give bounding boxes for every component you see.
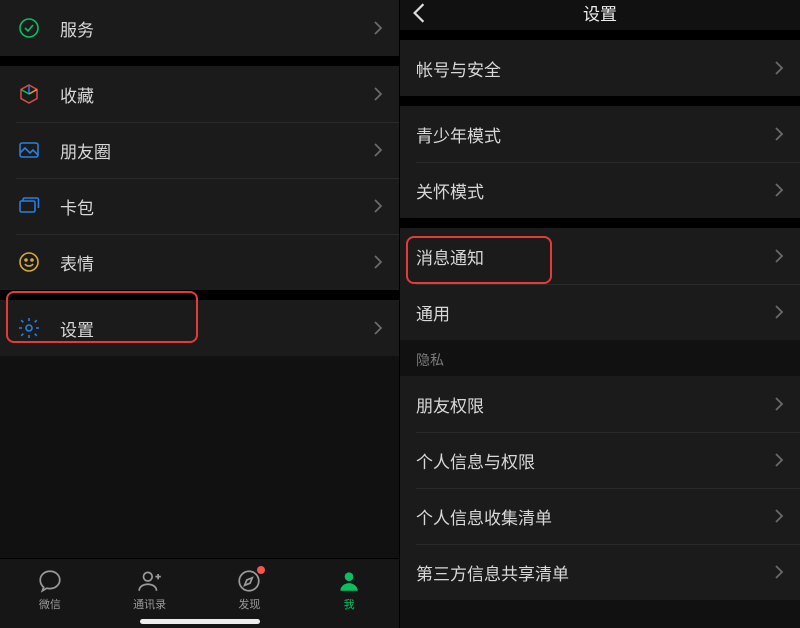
setting-friend-permissions[interactable]: 朋友权限 [400, 376, 800, 432]
tab-me[interactable]: 我 [319, 568, 379, 612]
setting-label: 青少年模式 [416, 122, 774, 147]
setting-thirdparty-share-list[interactable]: 第三方信息共享清单 [400, 544, 800, 600]
menu-label: 服务 [60, 16, 373, 41]
setting-label: 个人信息与权限 [416, 448, 774, 473]
menu-label: 朋友圈 [60, 138, 373, 163]
setting-teen-mode[interactable]: 青少年模式 [400, 106, 800, 162]
tab-chats[interactable]: 微信 [20, 568, 80, 612]
setting-label: 第三方信息共享清单 [416, 560, 774, 585]
chevron-right-icon [373, 142, 383, 158]
tab-label: 通讯录 [133, 596, 166, 612]
chevron-right-icon [373, 20, 383, 36]
setting-account-security[interactable]: 帐号与安全 [400, 40, 800, 96]
me-screen: 服务 收藏 朋友圈 [0, 0, 400, 628]
back-button[interactable] [412, 2, 426, 24]
chevron-right-icon [774, 452, 784, 468]
chevron-right-icon [774, 248, 784, 264]
chevron-right-icon [373, 254, 383, 270]
tab-label: 我 [344, 596, 355, 612]
menu-cards[interactable]: 卡包 [0, 178, 399, 234]
setting-personal-info-permissions[interactable]: 个人信息与权限 [400, 432, 800, 488]
smile-icon [16, 249, 42, 275]
menu-label: 表情 [60, 250, 373, 275]
menu-moments[interactable]: 朋友圈 [0, 122, 399, 178]
me-menu-list: 服务 收藏 朋友圈 [0, 0, 399, 558]
setting-notifications[interactable]: 消息通知 [400, 228, 800, 284]
setting-info-collection-list[interactable]: 个人信息收集清单 [400, 488, 800, 544]
setting-label: 个人信息收集清单 [416, 504, 774, 529]
setting-general[interactable]: 通用 [400, 284, 800, 340]
tab-label: 发现 [238, 596, 260, 612]
chevron-right-icon [774, 126, 784, 142]
menu-label: 卡包 [60, 194, 373, 219]
cube-icon [16, 81, 42, 107]
setting-label: 帐号与安全 [416, 56, 774, 81]
tab-label: 微信 [39, 596, 61, 612]
gear-icon [16, 315, 42, 341]
image-icon [16, 137, 42, 163]
settings-header: 设置 [400, 0, 800, 30]
setting-label: 朋友权限 [416, 392, 774, 417]
settings-list: 帐号与安全 青少年模式 关怀模式 消息通知 通用 隐私 朋友权限 个人信息与权限 [400, 30, 800, 628]
menu-label: 收藏 [60, 82, 373, 107]
setting-label: 消息通知 [416, 244, 774, 269]
tab-discover[interactable]: 发现 [219, 568, 279, 612]
cards-icon [16, 193, 42, 219]
section-title-privacy: 隐私 [400, 340, 800, 376]
menu-emoji[interactable]: 表情 [0, 234, 399, 290]
setting-label: 通用 [416, 300, 774, 325]
chevron-right-icon [373, 198, 383, 214]
setting-care-mode[interactable]: 关怀模式 [400, 162, 800, 218]
home-indicator [140, 619, 260, 624]
menu-label: 设置 [60, 316, 373, 341]
setting-label: 关怀模式 [416, 178, 774, 203]
chevron-right-icon [774, 60, 784, 76]
bottom-tabbar: 微信 通讯录 发现 我 [0, 558, 399, 628]
badge-dot [257, 566, 265, 574]
menu-favorites[interactable]: 收藏 [0, 66, 399, 122]
chevron-right-icon [774, 182, 784, 198]
page-title: 设置 [583, 0, 617, 25]
settings-screen: 设置 帐号与安全 青少年模式 关怀模式 消息通知 通用 隐私 朋友权限 [400, 0, 800, 628]
menu-services[interactable]: 服务 [0, 0, 399, 56]
chevron-right-icon [373, 86, 383, 102]
chevron-right-icon [774, 564, 784, 580]
chevron-right-icon [774, 508, 784, 524]
tab-contacts[interactable]: 通讯录 [120, 568, 180, 612]
chevron-right-icon [373, 320, 383, 336]
chevron-right-icon [774, 396, 784, 412]
menu-settings[interactable]: 设置 [0, 300, 399, 356]
chevron-right-icon [774, 304, 784, 320]
services-icon [16, 15, 42, 41]
